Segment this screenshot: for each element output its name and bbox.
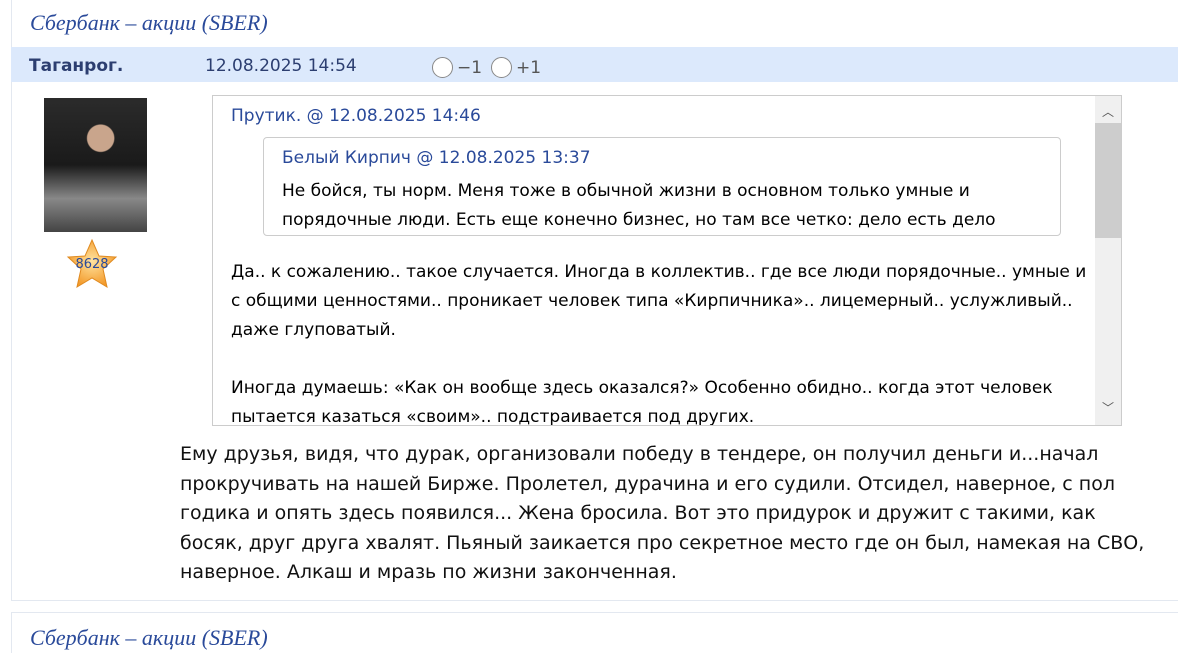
- post-topic-link[interactable]: Сбербанк – акции (SBER): [12, 0, 1178, 36]
- next-post-topic-link[interactable]: Сбербанк – акции (SBER): [12, 613, 1178, 651]
- nested-quote-text: Не бойся, ты норм. Меня тоже в обычной ж…: [282, 181, 996, 230]
- quote-scrollbar[interactable]: ︿ ﹀: [1095, 96, 1121, 425]
- vote-plus[interactable]: +1: [491, 57, 541, 78]
- rating-value: 8628: [75, 257, 109, 272]
- author-link[interactable]: Таганрог.: [29, 56, 123, 76]
- vote-minus-radio[interactable]: [432, 57, 453, 78]
- post-header-bar: Таганрог. 12.08.2025 14:54 −1 +1: [11, 47, 1178, 82]
- scroll-down-icon[interactable]: ﹀: [1095, 394, 1121, 423]
- quote-paragraph: Иногда думаешь: «Как он вообще здесь ока…: [231, 378, 1053, 426]
- quote-box: Прутик. @ 12.08.2025 14:46 Белый Кирпич …: [212, 95, 1122, 426]
- avatar[interactable]: [44, 98, 147, 232]
- post-body: Ему друзья, видя, что дурак, организовал…: [180, 443, 1145, 583]
- vote-plus-radio[interactable]: [491, 57, 512, 78]
- vote-minus[interactable]: −1: [432, 57, 482, 78]
- quote-paragraph: Да.. к сожалению.. такое случается. Иног…: [231, 262, 1087, 340]
- vote-minus-label: −1: [457, 57, 483, 78]
- post-date: 12.08.2025 14:54: [205, 56, 357, 76]
- quote-header[interactable]: Прутик. @ 12.08.2025 14:46: [231, 102, 1093, 131]
- nested-quote: Белый Кирпич @ 12.08.2025 13:37 Не бойся…: [263, 137, 1061, 236]
- next-post: Сбербанк – акции (SBER): [11, 612, 1178, 653]
- nested-quote-header[interactable]: Белый Кирпич @ 12.08.2025 13:37: [282, 144, 1042, 173]
- scrollbar-thumb[interactable]: [1095, 123, 1121, 238]
- rating-star-icon: 8628: [66, 238, 118, 290]
- vote-plus-label: +1: [516, 57, 542, 78]
